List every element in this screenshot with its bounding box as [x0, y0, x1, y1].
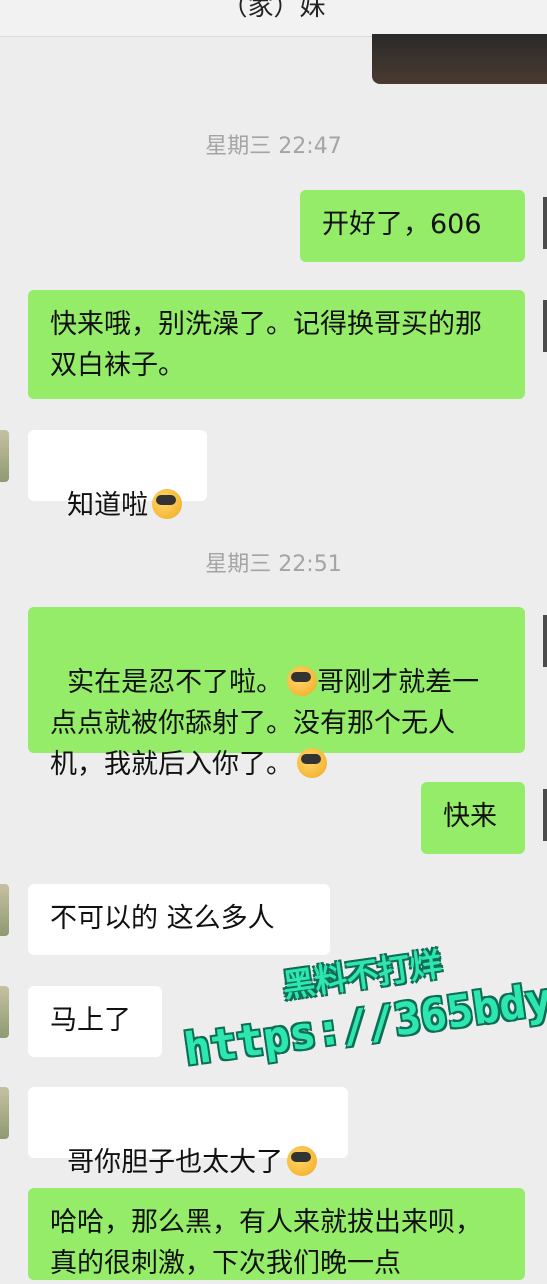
chat-header: （家）妹 [0, 0, 547, 37]
avatar[interactable] [0, 884, 9, 936]
avatar[interactable] [543, 197, 547, 249]
timestamp: 星期三 22:51 [205, 552, 342, 577]
message-bubble-incoming[interactable]: 知道啦 [28, 430, 207, 521]
chat-title: （家）妹 [221, 0, 326, 22]
message-bubble-incoming[interactable]: 马上了 [28, 986, 162, 1057]
message-text: 哥你胆子也太大了 [67, 1147, 284, 1178]
message-bubble-incoming[interactable]: 哥你胆子也太大了 [28, 1087, 348, 1178]
message-bubble-outgoing[interactable]: 开好了，606 [300, 190, 525, 262]
timestamp: 星期三 22:47 [205, 134, 342, 159]
message-text: 实在是忍不了啦。 [67, 667, 284, 698]
avatar[interactable] [543, 789, 547, 841]
avatar[interactable] [0, 1087, 9, 1139]
avatar[interactable] [0, 430, 9, 482]
message-bubble-outgoing[interactable]: 实在是忍不了啦。 哥刚才就差一点点就被你舔射了。没有那个无人机，我就后入你了。 [28, 607, 525, 780]
shy-face-emoji-icon [287, 1146, 318, 1176]
header-image [372, 34, 547, 84]
message-bubble-outgoing[interactable]: 快来哦，别洗澡了。记得换哥买的那双白袜子。 [28, 290, 525, 399]
laugh-cry-emoji-icon [287, 666, 318, 696]
shy-face-emoji-icon [152, 489, 183, 519]
laugh-cry-emoji-icon [297, 748, 327, 778]
message-bubble-incoming[interactable]: 不可以的 这么多人 [28, 884, 330, 955]
avatar[interactable] [543, 615, 547, 667]
message-bubble-outgoing[interactable]: 哈哈，那么黑，有人来就拔出来呗，真的很刺激，下次我们晚一点 [28, 1188, 525, 1280]
avatar[interactable] [543, 300, 547, 352]
avatar[interactable] [0, 986, 9, 1038]
message-text: 知道啦 [67, 490, 149, 521]
message-bubble-outgoing[interactable]: 快来 [421, 782, 525, 854]
